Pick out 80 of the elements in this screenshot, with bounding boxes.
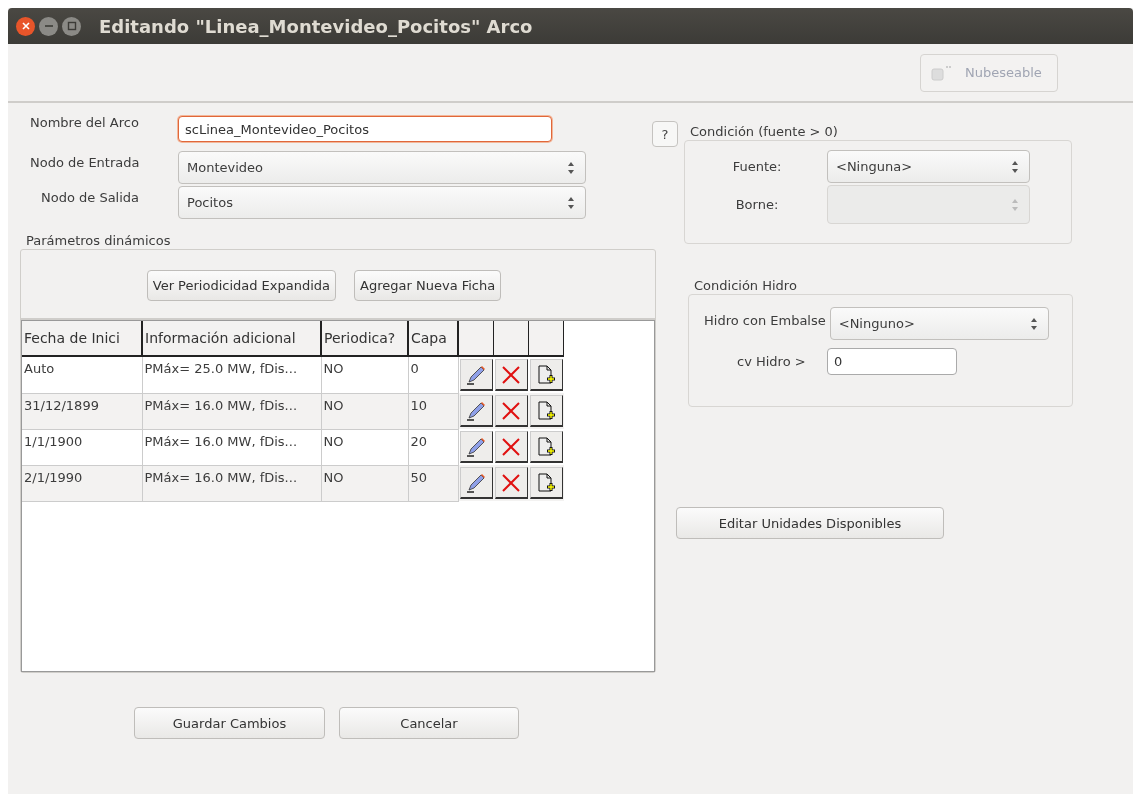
table-cell: Auto bbox=[22, 356, 142, 393]
group-title: Condición (fuente > 0) bbox=[690, 124, 839, 140]
spinner-arrows-icon bbox=[1029, 316, 1038, 331]
footer-button[interactable]: Guardar Cambios bbox=[134, 707, 325, 739]
table-cell: NO bbox=[321, 429, 408, 465]
edit-button[interactable] bbox=[459, 359, 493, 391]
group-title: Parámetros dinámicos bbox=[25, 233, 172, 249]
maximize-icon bbox=[66, 21, 77, 31]
field-label: Borne: bbox=[734, 197, 780, 212]
spinner-arrows-icon bbox=[567, 160, 575, 175]
table-cell: 2/1/1990 bbox=[22, 465, 142, 501]
name-input[interactable]: scLinea_Montevideo_Pocitos bbox=[178, 116, 552, 142]
document-plus-icon bbox=[535, 363, 557, 386]
x-icon bbox=[500, 399, 522, 422]
source-combo[interactable]: <Ninguna> bbox=[827, 150, 1030, 183]
spinner-arrows-icon bbox=[567, 195, 575, 210]
table-cell: PMáx= 25.0 MW, fDis... bbox=[142, 356, 321, 393]
delete-button[interactable] bbox=[494, 395, 528, 427]
table-cell: 0 bbox=[408, 356, 458, 393]
table-cell: 31/12/1899 bbox=[22, 393, 142, 429]
pencil-icon bbox=[465, 471, 487, 494]
help-button[interactable]: ? bbox=[652, 121, 678, 147]
field-label: Nombre del Arco bbox=[29, 115, 140, 130]
column-header bbox=[458, 321, 494, 356]
add-document-button[interactable] bbox=[529, 467, 563, 499]
delete-button[interactable] bbox=[494, 431, 528, 463]
input-node-combo[interactable]: Montevideo bbox=[178, 151, 586, 184]
add-document-button[interactable] bbox=[529, 431, 563, 463]
maximize-button[interactable] bbox=[62, 16, 81, 36]
add-document-button[interactable] bbox=[529, 395, 563, 427]
delete-button[interactable] bbox=[494, 467, 528, 499]
delete-button[interactable] bbox=[494, 359, 528, 391]
field-label: Fuente: bbox=[731, 159, 783, 174]
column-header bbox=[528, 321, 564, 356]
x-icon bbox=[500, 471, 522, 494]
table-cell: 10 bbox=[408, 393, 458, 429]
field-label: Nodo de Salida bbox=[40, 190, 141, 205]
reservoir-combo[interactable]: <Ninguno> bbox=[829, 307, 1049, 340]
output-node-combo[interactable]: Pocitos bbox=[178, 186, 586, 219]
column-header[interactable]: Fecha de Inici bbox=[22, 321, 142, 356]
column-header[interactable]: Periodica? bbox=[321, 321, 408, 356]
field-label: Hidro con Embalse bbox=[704, 313, 826, 328]
field-label: cv Hidro > bbox=[737, 354, 807, 369]
toolbar-button[interactable]: Ver Periodicidad Expandida bbox=[146, 269, 337, 301]
document-plus-icon bbox=[535, 471, 557, 494]
edit-units-button[interactable]: Editar Unidades Disponibles bbox=[676, 507, 944, 539]
document-plus-icon bbox=[535, 399, 557, 422]
x-icon bbox=[500, 363, 522, 386]
close-button[interactable] bbox=[16, 16, 35, 36]
table-cell: PMáx= 16.0 MW, fDis... bbox=[142, 465, 321, 501]
column-header bbox=[493, 321, 529, 356]
toolbar-button[interactable]: Agregar Nueva Ficha bbox=[354, 269, 502, 301]
table-cell: 20 bbox=[408, 429, 458, 465]
edit-button[interactable] bbox=[459, 395, 493, 427]
pencil-icon bbox=[465, 399, 487, 422]
edit-button[interactable] bbox=[459, 467, 493, 499]
spinner-arrows-icon bbox=[1011, 197, 1019, 212]
window-title: Editando "Linea_Montevideo_Pocitos" Arco bbox=[99, 15, 533, 37]
table-cell: 50 bbox=[408, 465, 458, 501]
pencil-icon bbox=[465, 435, 487, 458]
footer-button[interactable]: Cancelar bbox=[339, 707, 519, 739]
x-icon bbox=[500, 435, 522, 458]
cv-input[interactable]: 0 bbox=[827, 348, 957, 375]
group-title: Condición Hidro bbox=[694, 278, 798, 294]
table-cell: PMáx= 16.0 MW, fDis... bbox=[142, 429, 321, 465]
checkbox-icon bbox=[931, 64, 953, 81]
pencil-icon bbox=[465, 363, 487, 386]
add-document-button[interactable] bbox=[529, 359, 563, 391]
table-cell: NO bbox=[321, 393, 408, 429]
document-plus-icon bbox=[535, 435, 557, 458]
close-icon bbox=[20, 21, 31, 31]
table-cell: PMáx= 16.0 MW, fDis... bbox=[142, 393, 321, 429]
field-label: Nodo de Entrada bbox=[29, 155, 141, 170]
spinner-arrows-icon bbox=[1011, 159, 1019, 174]
table-cell: NO bbox=[321, 465, 408, 501]
table-cell: 1/1/1900 bbox=[22, 429, 142, 465]
column-header[interactable]: Información adicional bbox=[142, 321, 321, 356]
table-cell: NO bbox=[321, 356, 408, 393]
column-header[interactable]: Capa bbox=[408, 321, 458, 356]
edit-button[interactable] bbox=[459, 431, 493, 463]
